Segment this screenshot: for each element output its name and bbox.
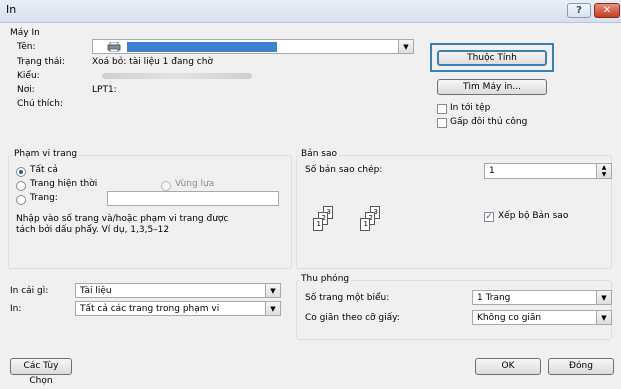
print-to-file-checkbox[interactable] <box>437 104 447 114</box>
title-bar <box>0 0 621 23</box>
chevron-down-icon[interactable]: ▼ <box>596 291 611 304</box>
print-what-select[interactable]: Tài liệu ▼ <box>75 283 281 298</box>
current-page-radio[interactable] <box>16 181 26 191</box>
collate-label: Xếp bộ Bản sao <box>498 211 569 221</box>
selection-radio[interactable] <box>161 181 171 191</box>
printer-group-label: Máy In <box>10 28 40 38</box>
pages-per-sheet-label: Số trang một biểu: <box>305 293 390 303</box>
copies-label: Bản sao <box>299 149 339 159</box>
all-label: Tất cả <box>30 165 58 175</box>
scale-value: Không co giãn <box>477 313 542 323</box>
all-radio[interactable] <box>16 167 26 177</box>
find-printer-button[interactable]: Tìm Máy in... <box>437 79 547 95</box>
collate-page: 1 <box>360 218 370 231</box>
pages-per-sheet-value: 1 Trang <box>477 293 511 303</box>
chevron-down-icon[interactable]: ▼ <box>265 302 280 315</box>
copies-count-value: 1 <box>489 166 495 176</box>
print-what-label: In cái gì: <box>10 286 49 296</box>
copies-count-label: Số bản sao chép: <box>305 165 383 175</box>
printer-name-label: Tên: <box>17 42 36 52</box>
type-label: Kiểu: <box>17 71 40 81</box>
chevron-down-icon[interactable]: ▼ <box>265 284 280 297</box>
printer-name-select[interactable]: ▼ <box>92 39 414 54</box>
printer-type-value <box>102 73 252 79</box>
comment-label: Chú thích: <box>17 99 63 109</box>
chevron-down-icon[interactable]: ▼ <box>596 311 611 324</box>
pages-per-sheet-select[interactable]: 1 Trang ▼ <box>472 290 612 305</box>
window-title: In <box>6 3 17 16</box>
ok-button[interactable]: OK <box>475 358 541 375</box>
spinner-arrows-icon[interactable]: ▲ ▼ <box>596 164 611 178</box>
print-select[interactable]: Tất cả các trang trong phạm vi ▼ <box>75 301 281 316</box>
print-to-file-label: In tới tệp <box>450 103 491 113</box>
copies-count-input[interactable]: 1 ▲ ▼ <box>484 163 612 179</box>
help-icon[interactable]: ? <box>567 3 591 18</box>
collate-page: 1 <box>313 218 323 231</box>
scale-label: Co giãn theo cỡ giấy: <box>305 313 400 323</box>
pages-label: Trang: <box>30 193 58 203</box>
selection-label: Vùng lựa <box>175 179 215 189</box>
printer-name-selected <box>127 42 277 52</box>
manual-duplex-label: Gấp đôi thủ công <box>450 117 528 127</box>
chevron-down-icon[interactable]: ▼ <box>398 40 413 53</box>
where-label: Nơi: <box>17 85 35 95</box>
scale-select[interactable]: Không co giãn ▼ <box>472 310 612 325</box>
close-icon[interactable]: ✕ <box>594 3 620 18</box>
status-label: Trạng thái: <box>17 57 65 67</box>
print-what-value: Tài liệu <box>80 286 112 296</box>
properties-button[interactable]: Thuộc Tính <box>437 50 547 66</box>
cancel-button[interactable]: Đóng <box>548 358 614 375</box>
where-value: LPT1: <box>92 85 117 95</box>
zoom-label: Thu phóng <box>299 274 352 284</box>
pages-radio[interactable] <box>16 195 26 205</box>
printer-icon <box>107 41 121 53</box>
options-button[interactable]: Các Tùy Chọn <box>10 358 72 386</box>
page-range-hint: Nhập vào số trang và/hoặc phạm vi trang … <box>16 214 229 235</box>
status-value: Xoá bỏ: tài liệu 1 đang chờ <box>92 57 213 67</box>
collate-checkbox[interactable]: ✓ <box>484 212 494 222</box>
current-page-label: Trang hiện thời <box>30 179 98 189</box>
page-range-label: Phạm vi trang <box>12 149 80 159</box>
print-label: In: <box>10 304 22 314</box>
print-value: Tất cả các trang trong phạm vi <box>80 304 220 314</box>
manual-duplex-checkbox[interactable] <box>437 118 447 128</box>
pages-input[interactable] <box>107 191 279 206</box>
